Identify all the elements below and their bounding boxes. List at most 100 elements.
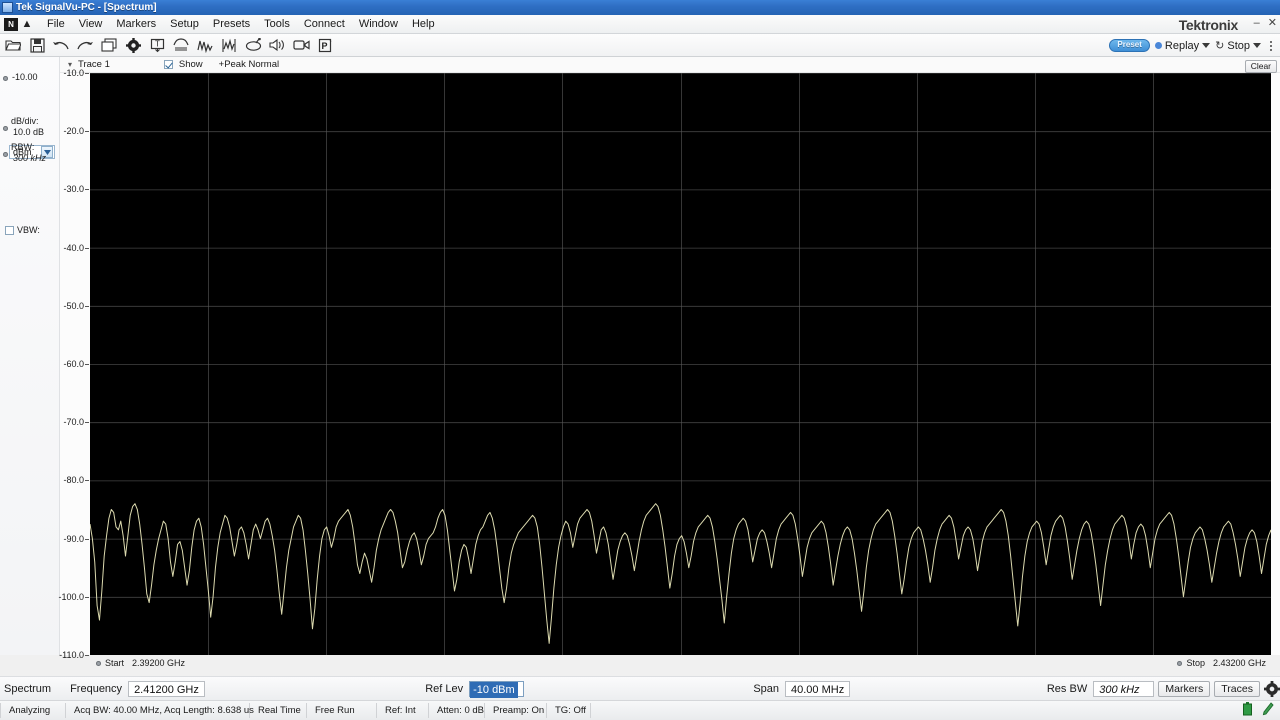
menu-item-markers[interactable]: Markers [109,16,163,32]
menu-item-help[interactable]: Help [405,16,442,32]
menu-item-presets[interactable]: Presets [206,16,257,32]
ref-level-marker-icon[interactable] [2,75,9,82]
settings-gear-icon[interactable] [122,35,144,56]
span-label: Span [753,683,779,695]
stop-label: Stop [1227,40,1250,52]
system-menu-icon[interactable]: N [4,18,18,31]
status-tracking-generator: TG: Off [547,703,591,718]
amplitude-vs-time-icon[interactable] [194,35,216,56]
audio-icon[interactable] [266,35,288,56]
status-trigger-mode: Free Run [307,703,377,718]
replay-status-icon [1155,42,1162,49]
start-label: Start [105,658,124,668]
y-axis-tick-mark [85,480,89,481]
clear-button[interactable]: Clear [1245,60,1277,73]
y-axis-tick-mark [85,131,89,132]
show-label: Show [179,59,203,70]
tile-windows-icon[interactable] [98,35,120,56]
status-reference: Ref: Int [377,703,429,718]
start-frequency[interactable]: Start 2.39200 GHz [96,658,185,668]
left-settings-panel: -10.00 dBm dB/div: 10.0 dB RBW: 300 kHz … [0,57,60,655]
redo-icon[interactable] [74,35,96,56]
frequency-label: Frequency [70,683,122,695]
y-axis-tick-mark [85,597,89,598]
y-axis-tick-label: -50.0 [63,301,84,311]
trigger-icon[interactable]: T [146,35,168,56]
show-trace-checkbox[interactable] [164,60,173,69]
measurement-settings-bar: Spectrum Frequency 2.41200 GHz Ref Lev -… [0,676,1280,700]
frequency-input[interactable]: 2.41200 GHz [128,681,205,697]
traces-button[interactable]: Traces [1214,681,1260,697]
constellation-icon[interactable] [242,35,264,56]
ref-lev-label: Ref Lev [425,683,463,695]
status-bar: Analyzing Acq BW: 40.00 MHz, Acq Length:… [0,700,1280,720]
menu-item-file[interactable]: File [40,16,72,32]
menu-item-connect[interactable]: Connect [297,16,352,32]
save-icon[interactable] [26,35,48,56]
svg-text:P: P [321,41,327,51]
close-button[interactable]: ✕ [1268,16,1277,29]
menu-item-tools[interactable]: Tools [257,16,297,32]
measurement-title: Spectrum [4,683,64,695]
stop-frequency[interactable]: Stop 2.43200 GHz [1177,658,1266,668]
status-acq-info: Acq BW: 40.00 MHz, Acq Length: 8.638 us [66,703,250,718]
stop-chevron-down-icon[interactable] [1253,43,1261,48]
minimize-button[interactable]: – [1254,17,1260,29]
vbw-label: VBW: [17,225,40,235]
open-icon[interactable] [2,35,24,56]
preset-button[interactable]: Preset [1109,39,1149,53]
y-axis-tick-label: -10.0 [63,68,84,78]
video-icon[interactable] [290,35,312,56]
window-title-bar: Tek SignalVu-PC - [Spectrum] [0,0,1280,15]
app-logo-icon [2,2,13,13]
status-tray [1243,702,1274,719]
ref-level-value[interactable]: -10.00 [12,72,38,82]
y-axis-tick-label: -30.0 [63,184,84,194]
stop-value: 2.43200 GHz [1213,658,1266,668]
replay-control[interactable]: Replay [1155,40,1210,52]
menu-item-view[interactable]: View [72,16,110,32]
replay-chevron-down-icon[interactable] [1202,43,1210,48]
y-axis-tick-label: -70.0 [63,417,84,427]
db-div-marker-icon[interactable] [2,125,9,132]
rbw-value[interactable]: 300 kHz [13,153,46,163]
battery-icon[interactable] [1243,702,1252,719]
ref-lev-input[interactable]: -10 dBm [469,681,524,697]
usb-probe-icon[interactable] [1262,702,1274,719]
vbw-checkbox[interactable] [5,226,14,235]
eject-icon[interactable]: ▲ [20,18,34,31]
db-div-value[interactable]: 10.0 dB [13,127,44,137]
markers-button[interactable]: Markers [1158,681,1210,697]
res-bw-label: Res BW [1047,683,1087,695]
spectrum-graph: -10.0-20.0-30.0-40.0-50.0-60.0-70.0-80.0… [60,73,1280,655]
tektronix-brand-logo: Tektronix [1179,15,1238,34]
status-preamp: Preamp: On [485,703,547,718]
gear-icon[interactable] [1264,681,1280,697]
stop-control[interactable]: ↻ Stop [1215,39,1261,52]
plot-area[interactable] [90,73,1271,655]
overflow-menu-icon[interactable] [1266,41,1276,51]
menu-item-window[interactable]: Window [352,16,405,32]
spectrum-icon[interactable] [170,35,192,56]
x-axis-labels: Start 2.39200 GHz Stop 2.43200 GHz [60,658,1280,672]
pulse-icon[interactable]: P [314,35,336,56]
stop-refresh-icon: ↻ [1215,39,1224,52]
rbw-marker-icon[interactable] [2,151,9,158]
span-input[interactable]: 40.00 MHz [785,681,850,697]
status-attenuation: Atten: 0 dB [429,703,485,718]
y-axis-tick-label: -60.0 [63,359,84,369]
replay-label: Replay [1165,40,1199,52]
undo-icon[interactable] [50,35,72,56]
menu-bar: N ▲ File View Markers Setup Presets Tool… [0,15,1280,34]
detector-label[interactable]: +Peak Normal [219,59,279,70]
spectrogram-icon[interactable] [218,35,240,56]
toolbar-right-controls: Preset Replay ↻ Stop [1109,34,1276,57]
y-axis-tick-label: -100.0 [58,592,84,602]
vbw-toggle[interactable]: VBW: [5,225,40,235]
res-bw-input[interactable]: 300 kHz [1093,681,1154,697]
y-axis-tick-mark [85,189,89,190]
y-axis: -10.0-20.0-30.0-40.0-50.0-60.0-70.0-80.0… [60,73,90,655]
window-controls: – ✕ [1254,16,1277,29]
svg-text:T: T [155,39,160,48]
menu-item-setup[interactable]: Setup [163,16,206,32]
